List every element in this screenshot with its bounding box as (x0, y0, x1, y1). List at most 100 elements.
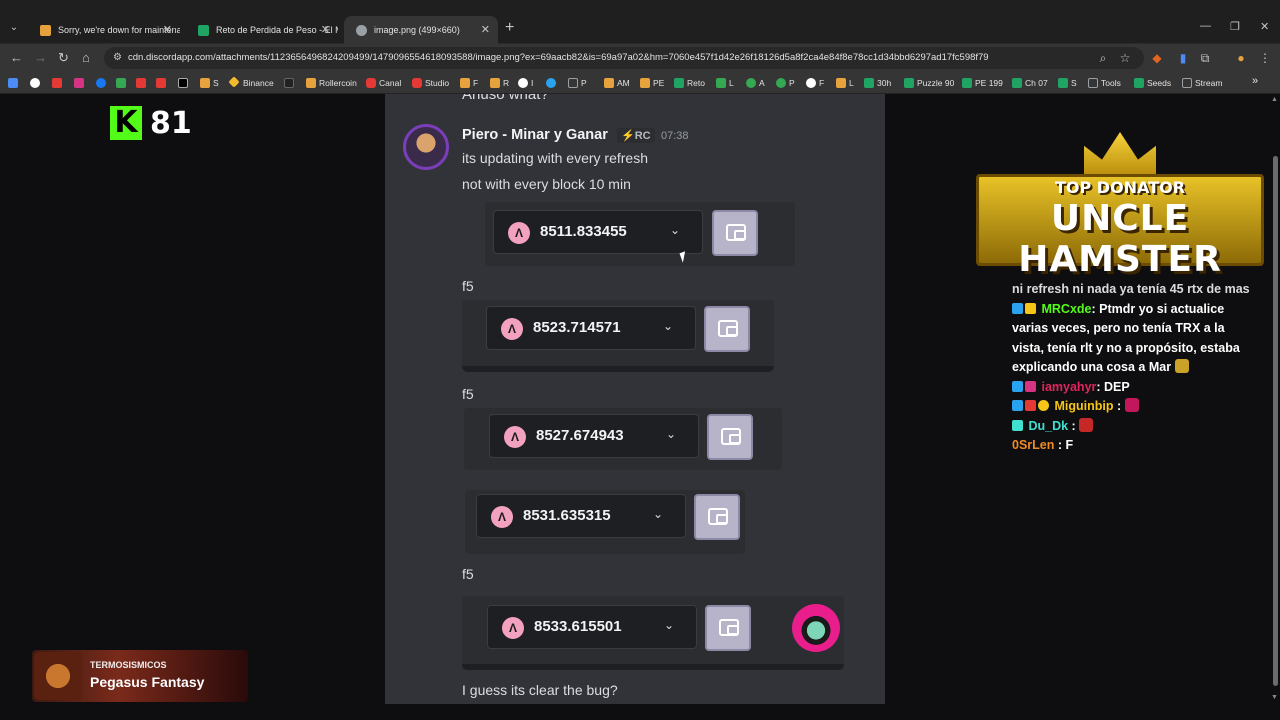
bookmark-item[interactable]: PE (640, 77, 664, 90)
bookmark-item[interactable]: Seeds (1134, 77, 1171, 90)
bookmark-item[interactable]: Rollercoin (306, 77, 357, 90)
zoom-icon[interactable]: ⌕ (1096, 51, 1110, 65)
bookmark-item[interactable]: L (716, 77, 734, 90)
wallet-widget: Λ 8533.615501 ⌄ (462, 596, 844, 670)
page-scrollbar[interactable] (1270, 94, 1280, 704)
bookmark-item[interactable]: Reto (674, 77, 705, 90)
wallet-button[interactable] (694, 494, 740, 540)
scrollbar-thumb[interactable] (1273, 156, 1278, 686)
extension-b-icon[interactable]: ▮ (1176, 51, 1190, 65)
bookmark-item[interactable] (52, 77, 65, 90)
window-close-icon[interactable]: ✕ (1260, 20, 1269, 33)
scroll-down-icon[interactable]: ▼ (1271, 694, 1278, 701)
restore-icon[interactable]: ❐ (1230, 20, 1240, 33)
bookmark-item[interactable] (116, 77, 129, 90)
tab-search-icon[interactable]: ⌄ (6, 20, 22, 36)
back-icon[interactable]: ← (10, 50, 23, 66)
bookmark-favicon-icon (136, 78, 146, 88)
minimize-icon[interactable]: — (1200, 20, 1211, 32)
bookmark-item[interactable]: Puzzle 90 (904, 77, 954, 90)
reload-icon[interactable]: ↻ (58, 50, 69, 66)
wallet-button[interactable] (705, 605, 751, 651)
bookmark-favicon-icon (904, 78, 914, 88)
close-tab-icon[interactable]: ✕ (321, 16, 330, 44)
bookmark-item[interactable] (546, 77, 559, 90)
chat-username[interactable]: Miguinbip (1054, 399, 1113, 413)
menu-kebab-icon[interactable]: ⋮ (1258, 51, 1272, 65)
bookmark-item[interactable]: I (518, 77, 533, 90)
wallet-button[interactable] (707, 414, 753, 460)
bookmark-item[interactable] (156, 77, 169, 90)
message-text: its updating with every refresh (462, 150, 648, 166)
bookmark-favicon-icon (1012, 78, 1022, 88)
cut-off-message: Anuso what? (462, 94, 549, 103)
bookmark-item[interactable]: S (200, 77, 219, 90)
bookmark-item[interactable]: Studio (412, 77, 449, 90)
wallet-button[interactable] (704, 306, 750, 352)
bookmark-favicon-icon (460, 78, 470, 88)
extensions-puzzle-icon[interactable]: ⧉ (1198, 51, 1212, 65)
chat-username[interactable]: Du_Dk (1028, 419, 1068, 433)
bookmark-item[interactable]: Ch 07 (1012, 77, 1048, 90)
chat-text: : (1068, 418, 1076, 433)
bookmark-item[interactable]: Canal (366, 77, 401, 90)
balance-value: 8527.674943 (536, 427, 624, 444)
scroll-up-icon[interactable]: ▲ (1271, 96, 1278, 103)
aleo-token-icon: Λ (504, 426, 526, 448)
bookmark-item[interactable] (74, 77, 87, 90)
bookmark-item[interactable]: 30h (864, 77, 891, 90)
bookmark-item[interactable]: PE 199 (962, 77, 1003, 90)
close-tab-icon[interactable]: ✕ (481, 16, 490, 44)
bookmarks-overflow-icon[interactable]: » (1252, 75, 1258, 88)
wallet-icon (721, 428, 741, 445)
balance-dropdown[interactable]: Λ 8533.615501 ⌄ (487, 605, 697, 649)
browser-toolbar: ← → ↻ ⌂ ⚙ cdn.discordapp.com/attachments… (0, 44, 1280, 72)
tab-reto[interactable]: Reto de Perdida de Peso - El M ✕ (186, 16, 338, 44)
username[interactable]: Piero - Minar y Ganar (462, 127, 608, 143)
bookmark-item[interactable] (8, 77, 21, 90)
wallet-widget: Λ 8531.635315 ⌄ (465, 490, 745, 554)
wallet-button[interactable] (712, 210, 758, 256)
message-text: f5 (462, 278, 474, 294)
user-avatar[interactable] (403, 124, 449, 170)
balance-dropdown[interactable]: Λ 8511.833455 ⌄ (493, 210, 703, 254)
profile-avatar-icon[interactable]: ● (1234, 51, 1248, 65)
balance-dropdown[interactable]: Λ 8527.674943 ⌄ (489, 414, 699, 458)
chat-username[interactable]: MRCxde (1041, 302, 1091, 316)
bookmark-item[interactable] (96, 77, 109, 90)
close-tab-icon[interactable]: ✕ (163, 16, 172, 44)
bookmark-item[interactable]: AM (604, 77, 630, 90)
folder-icon (1088, 78, 1098, 88)
bookmark-item[interactable]: P (568, 77, 587, 90)
bookmark-favicon-icon (962, 78, 972, 88)
bookmark-item[interactable] (30, 77, 43, 90)
forward-icon[interactable]: → (34, 50, 47, 66)
new-tab-button[interactable]: + (505, 20, 514, 36)
bookmark-item[interactable]: R (490, 77, 509, 90)
tab-image[interactable]: image.png (499×660) ✕ (344, 16, 498, 44)
extension-fox-icon[interactable]: ◆ (1150, 51, 1164, 65)
bookmark-item[interactable]: P (776, 77, 795, 90)
bookmark-favicon-icon (674, 78, 684, 88)
bookmark-item[interactable]: Binance (228, 76, 274, 90)
bookmark-item[interactable]: L (836, 77, 854, 90)
bookmark-item[interactable]: A (746, 77, 765, 90)
home-icon[interactable]: ⌂ (82, 50, 90, 66)
bookmark-item[interactable] (178, 77, 191, 90)
address-bar[interactable]: ⚙ cdn.discordapp.com/attachments/1123656… (104, 47, 1144, 69)
chat-username[interactable]: 0SrLen (1012, 438, 1054, 452)
bookmark-item[interactable] (284, 77, 297, 90)
bookmark-item[interactable] (136, 77, 149, 90)
bookmark-item[interactable]: F (806, 77, 824, 90)
bookmark-item[interactable]: S (1058, 77, 1077, 90)
bookmark-folder-tools[interactable]: Tools (1088, 77, 1121, 90)
bookmark-favicon-icon (96, 78, 106, 88)
balance-dropdown[interactable]: Λ 8531.635315 ⌄ (476, 494, 686, 538)
chat-username[interactable]: iamyahyr (1041, 380, 1096, 394)
bookmark-folder-stream[interactable]: Stream (1182, 77, 1222, 90)
bookmark-item[interactable]: F (460, 77, 478, 90)
balance-dropdown[interactable]: Λ 8523.714571 ⌄ (486, 306, 696, 350)
tab-maintenance[interactable]: Sorry, we're down for maintena ✕ (28, 16, 180, 44)
site-info-icon[interactable]: ⚙ (113, 47, 122, 69)
bookmark-star-icon[interactable]: ☆ (1118, 51, 1132, 65)
